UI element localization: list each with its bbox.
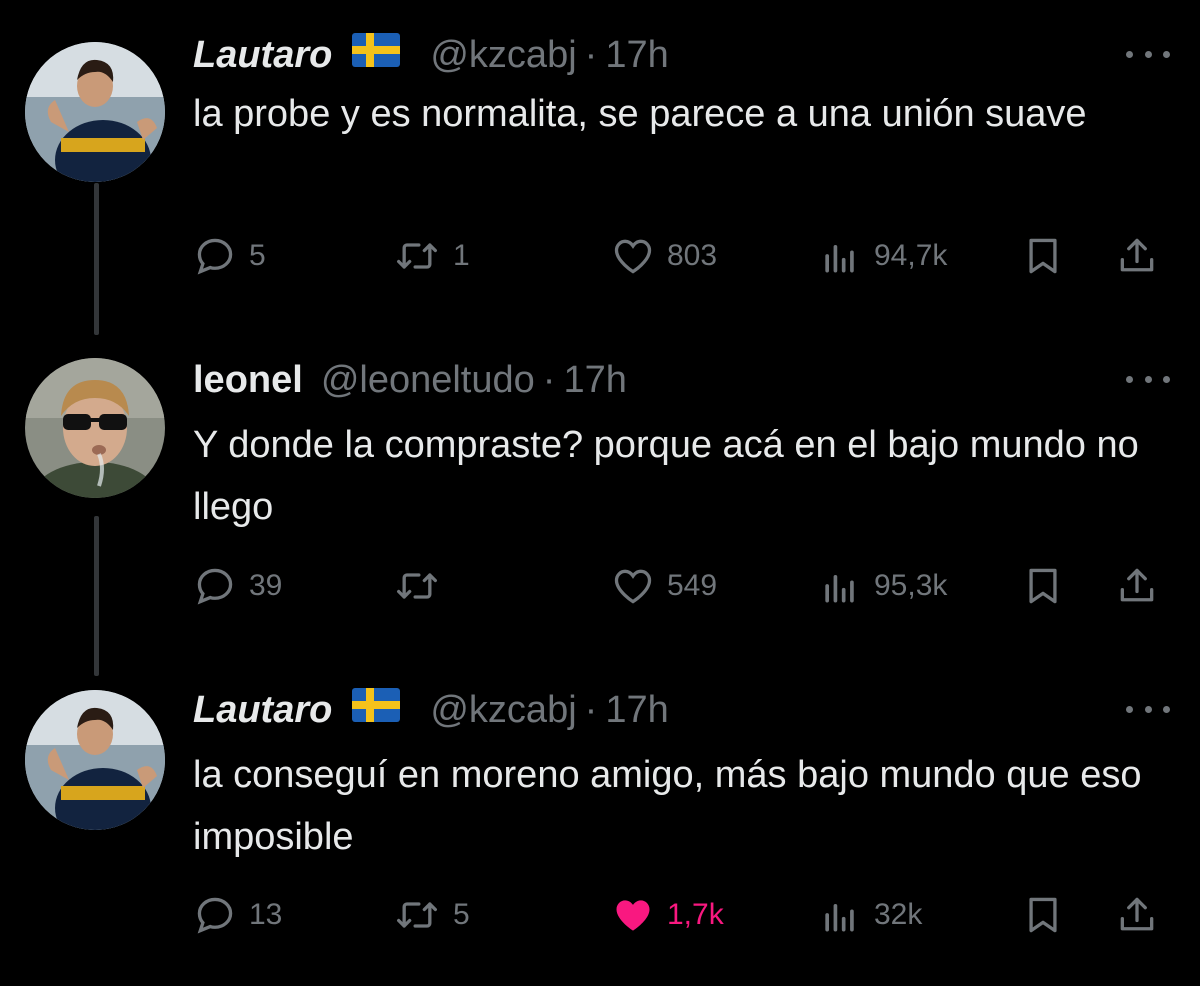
like-button[interactable]: 549 (611, 561, 717, 611)
more-icon[interactable] (1126, 372, 1170, 386)
avatar-lautaro[interactable] (25, 690, 165, 830)
like-icon (614, 569, 652, 604)
retweet-icon (397, 573, 437, 599)
thread-line (94, 183, 99, 335)
like-button[interactable]: 1,7k (611, 890, 724, 940)
display-name[interactable]: Lautaro (193, 25, 332, 85)
share-button[interactable] (1115, 561, 1159, 611)
share-icon (1120, 897, 1154, 931)
bookmark-button[interactable] (1021, 231, 1065, 281)
reply-count: 39 (249, 569, 283, 602)
reply-icon (197, 568, 233, 605)
like-count: 549 (667, 569, 718, 602)
retweet-icon (397, 243, 437, 269)
tweet-2[interactable]: leonel @leoneltudo · 17h Y donde la comp… (0, 350, 1200, 676)
sweden-flag (352, 680, 401, 740)
retweet-count: 5 (453, 898, 470, 931)
tweet-text: la conseguí en moreno amigo, más bajo mu… (193, 754, 1142, 858)
avatar-lautaro[interactable] (25, 42, 165, 182)
bookmark-button[interactable] (1021, 890, 1065, 940)
tweet-header: Lautaro @kzcabj · 17h (193, 25, 669, 85)
views-count: 94,7k (874, 239, 948, 272)
share-icon (1120, 238, 1154, 272)
tweet-text: Y donde la compraste? porque acá en el b… (193, 424, 1139, 528)
views-button[interactable]: 94,7k (818, 231, 947, 281)
views-icon (825, 245, 854, 273)
separator-dot: · (542, 359, 556, 401)
tweet-text: la probe y es normalita, se parece a una… (193, 93, 1087, 135)
reply-icon (197, 238, 233, 275)
views-count: 95,3k (874, 569, 948, 602)
reply-button[interactable]: 5 (193, 231, 266, 281)
display-name[interactable]: Lautaro (193, 680, 332, 740)
tweet-actions: 39 549 95,3k (193, 561, 1173, 611)
views-icon (825, 575, 854, 603)
tweet-3[interactable]: Lautaro @kzcabj · 17h la conseguí en mor… (0, 680, 1200, 980)
retweet-button[interactable]: 5 (393, 890, 470, 940)
handle[interactable]: @kzcabj (430, 25, 576, 85)
reply-icon (197, 897, 233, 934)
like-count: 1,7k (667, 898, 724, 931)
retweet-icon (397, 902, 437, 928)
separator-dot: · (584, 689, 598, 731)
like-icon (614, 239, 652, 274)
tweet-actions: 13 5 1,7k 32k (193, 890, 1173, 940)
handle[interactable]: @kzcabj (430, 680, 576, 740)
reply-count: 5 (249, 239, 266, 272)
timestamp[interactable]: 17h (563, 350, 626, 410)
retweet-button[interactable]: 1 (393, 231, 470, 281)
views-button[interactable]: 95,3k (818, 561, 947, 611)
sweden-flag (352, 25, 401, 85)
like-icon (616, 900, 650, 931)
timestamp[interactable]: 17h (605, 25, 668, 85)
bookmark-button[interactable] (1021, 561, 1065, 611)
tweet-actions: 5 1 803 94,7k (193, 231, 1173, 281)
tweet-header: leonel @leoneltudo · 17h (193, 350, 627, 410)
more-icon[interactable] (1126, 47, 1170, 61)
like-count: 803 (667, 239, 718, 272)
handle[interactable]: @leoneltudo (321, 350, 535, 410)
timestamp[interactable]: 17h (605, 680, 668, 740)
thread-line (94, 516, 99, 676)
retweet-count: 1 (453, 239, 470, 272)
views-button[interactable]: 32k (818, 890, 922, 940)
avatar-leonel[interactable] (25, 358, 165, 498)
bookmark-icon (1029, 238, 1057, 274)
reply-count: 13 (249, 898, 283, 931)
retweet-button[interactable] (393, 561, 441, 611)
views-icon (825, 904, 854, 932)
like-button[interactable]: 803 (611, 231, 717, 281)
reply-button[interactable]: 13 (193, 890, 282, 940)
share-button[interactable] (1115, 231, 1159, 281)
display-name[interactable]: leonel (193, 350, 303, 410)
bookmark-icon (1029, 568, 1057, 604)
bookmark-icon (1029, 897, 1057, 933)
share-button[interactable] (1115, 890, 1159, 940)
more-icon[interactable] (1126, 702, 1170, 716)
share-icon (1120, 568, 1154, 602)
separator-dot: · (584, 34, 598, 76)
tweet-1[interactable]: Lautaro @kzcabj · 17h la probe y es norm… (0, 25, 1200, 335)
reply-button[interactable]: 39 (193, 561, 282, 611)
tweet-header: Lautaro @kzcabj · 17h (193, 680, 669, 740)
views-count: 32k (874, 898, 923, 931)
